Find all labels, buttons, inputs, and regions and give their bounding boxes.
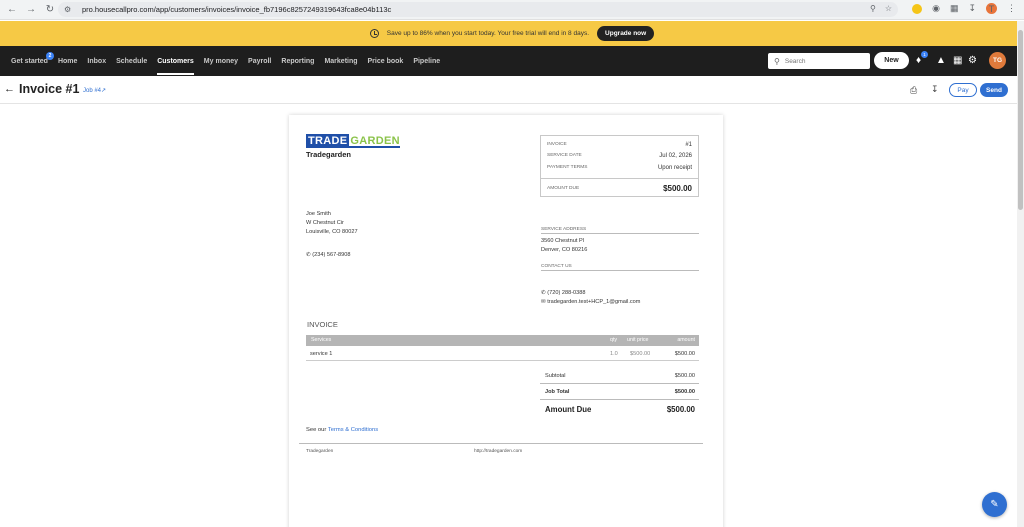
amount-due-value: $500.00	[663, 184, 692, 193]
invoice-document: TRADE GARDEN Tradegarden INVOICE #1 SERV…	[289, 115, 723, 527]
job-link[interactable]: Job #4↗	[83, 87, 106, 94]
row-service: service 1	[310, 351, 333, 357]
footer-url: http://tradegarden.com	[474, 449, 523, 454]
nav-badge: 2	[45, 51, 54, 60]
service-date-value: Jul 02, 2026	[659, 153, 692, 159]
invoice-summary-box: INVOICE #1 SERVICE DATE Jul 02, 2026 PAY…	[540, 135, 699, 197]
trial-text: Save up to 86% when you start today. You…	[386, 30, 590, 37]
search-box[interactable]: ⚲	[768, 53, 870, 69]
chat-icon[interactable]: ✎	[982, 492, 1007, 517]
nav-customers[interactable]: Customers	[157, 58, 194, 75]
payment-terms-label: PAYMENT TERMS	[547, 165, 588, 170]
nav-inbox[interactable]: Inbox	[87, 58, 106, 65]
browser-toolbar: ← → ↻ ⚙ pro.housecallpro.com/app/custome…	[0, 0, 1024, 20]
pay-button[interactable]: Pay	[949, 83, 977, 97]
puzzle-icon[interactable]: ▦	[950, 3, 959, 14]
nav-pipeline[interactable]: Pipeline	[413, 58, 440, 65]
nav-get-started[interactable]: Get started 2	[11, 51, 54, 65]
contact-email: ✉ tradegarden.test+HCP_1@gmail.com	[541, 299, 641, 305]
zoom-icon[interactable]: ⚲	[870, 4, 876, 13]
site-settings-icon[interactable]: ⚙	[64, 5, 74, 15]
profile-avatar[interactable]: T	[986, 3, 997, 14]
camera-icon[interactable]: ◉	[932, 3, 940, 14]
extension-icon[interactable]	[912, 3, 923, 14]
back-arrow-icon[interactable]: ←	[4, 83, 15, 95]
col-services: Services	[311, 337, 332, 343]
page-header: ← Invoice #1 Job #4↗ ⎙ ↧ Pay Send	[0, 78, 1024, 104]
amount-due-label: AMOUNT DUE	[547, 186, 580, 191]
services-table-header: Services qty unit price amount	[306, 335, 699, 346]
nav-payroll[interactable]: Payroll	[248, 58, 271, 65]
clock-icon	[369, 29, 379, 38]
terms-line: See our Terms & Conditions	[306, 427, 379, 433]
payment-terms-value: Upon receipt	[657, 165, 692, 171]
notification-badge: 1	[921, 51, 928, 58]
service-address-label: SERVICE ADDRESS	[541, 227, 699, 234]
invoice-number-label: INVOICE	[547, 142, 567, 147]
flask-icon[interactable]: ▲	[936, 55, 946, 66]
send-button[interactable]: Send	[980, 83, 1008, 97]
customer-street: W Chestnut Cir	[306, 220, 344, 226]
invoice-section-heading: INVOICE	[307, 320, 338, 329]
upgrade-button[interactable]: Upgrade now	[597, 26, 655, 41]
customer-phone: ✆ (234) 567-8908	[306, 252, 351, 258]
company-name: Tradegarden	[306, 150, 352, 159]
customer-city: Louisville, CO 80027	[306, 229, 358, 235]
invoice-number-value: #1	[685, 142, 692, 148]
row-qty: 1.0	[610, 351, 618, 357]
contact-us-label: CONTACT US	[541, 264, 699, 271]
company-logo: TRADE GARDEN	[306, 134, 400, 148]
page-title: Invoice #1	[19, 82, 80, 96]
search-input[interactable]	[784, 57, 865, 65]
customer-info: Joe Smith W Chestnut Cir Louisville, CO …	[306, 210, 358, 237]
main-nav: Get started 2 Home Inbox Schedule Custome…	[0, 46, 1024, 76]
nav-my-money[interactable]: My money	[204, 58, 238, 65]
service-date-label: SERVICE DATE	[547, 153, 582, 158]
url-text: pro.housecallpro.com/app/customers/invoi…	[82, 5, 392, 14]
external-link-icon: ↗	[101, 88, 107, 94]
col-unit-price: unit price	[627, 337, 649, 343]
nav-home[interactable]: Home	[58, 58, 77, 65]
nav-reporting[interactable]: Reporting	[281, 58, 314, 65]
mail-icon: ✉	[541, 299, 546, 305]
phone-icon: ✆	[306, 252, 311, 258]
trial-banner: Save up to 86% when you start today. You…	[0, 21, 1024, 46]
bookmark-star-icon[interactable]: ☆	[885, 4, 892, 13]
totals-block: Subtotal $500.00 Job Total $500.00 Amoun…	[540, 368, 699, 418]
nav-marketing[interactable]: Marketing	[324, 58, 357, 65]
amount-due-row: Amount Due $500.00	[545, 405, 695, 414]
nav-price-book[interactable]: Price book	[368, 58, 404, 65]
footer-company: Tradegarden	[306, 449, 334, 454]
customer-name: Joe Smith	[306, 211, 331, 217]
back-icon[interactable]: ←	[5, 3, 19, 17]
forward-icon[interactable]: →	[24, 3, 38, 17]
download-icon[interactable]: ↧	[968, 3, 976, 14]
table-row: service 1 1.0 $500.00 $500.00	[306, 347, 699, 361]
user-avatar[interactable]: TG	[989, 52, 1006, 69]
menu-dots-icon[interactable]: ⋮	[1007, 3, 1016, 14]
nav-schedule[interactable]: Schedule	[116, 58, 147, 65]
address-bar[interactable]: ⚙ pro.housecallpro.com/app/customers/inv…	[58, 2, 898, 17]
row-unit-price: $500.00	[630, 351, 651, 357]
row-amount: $500.00	[674, 351, 695, 357]
col-amount: amount	[677, 337, 695, 343]
bell-icon[interactable]: ♦	[916, 55, 921, 66]
scrollbar-thumb[interactable]	[1018, 30, 1023, 210]
phone-icon: ✆	[541, 290, 546, 296]
download-icon[interactable]: ↧	[931, 84, 939, 95]
reload-icon[interactable]: ↻	[43, 3, 57, 17]
gear-icon[interactable]: ⚙	[968, 55, 977, 66]
job-total-row: Job Total $500.00	[540, 384, 699, 400]
footer-divider	[299, 443, 703, 444]
col-qty: qty	[610, 337, 618, 343]
apps-grid-icon[interactable]: ▦	[953, 55, 962, 66]
new-button[interactable]: New	[874, 52, 909, 69]
print-icon[interactable]: ⎙	[910, 85, 917, 96]
terms-link[interactable]: Terms & Conditions	[328, 427, 378, 433]
subtotal-row: Subtotal $500.00	[540, 368, 699, 384]
divider	[541, 178, 698, 179]
service-address: 3560 Chestnut Pl Denver, CO 80216	[541, 238, 588, 253]
contact-phone: ✆ (720) 288-0388	[541, 290, 586, 296]
search-icon: ⚲	[774, 56, 780, 66]
